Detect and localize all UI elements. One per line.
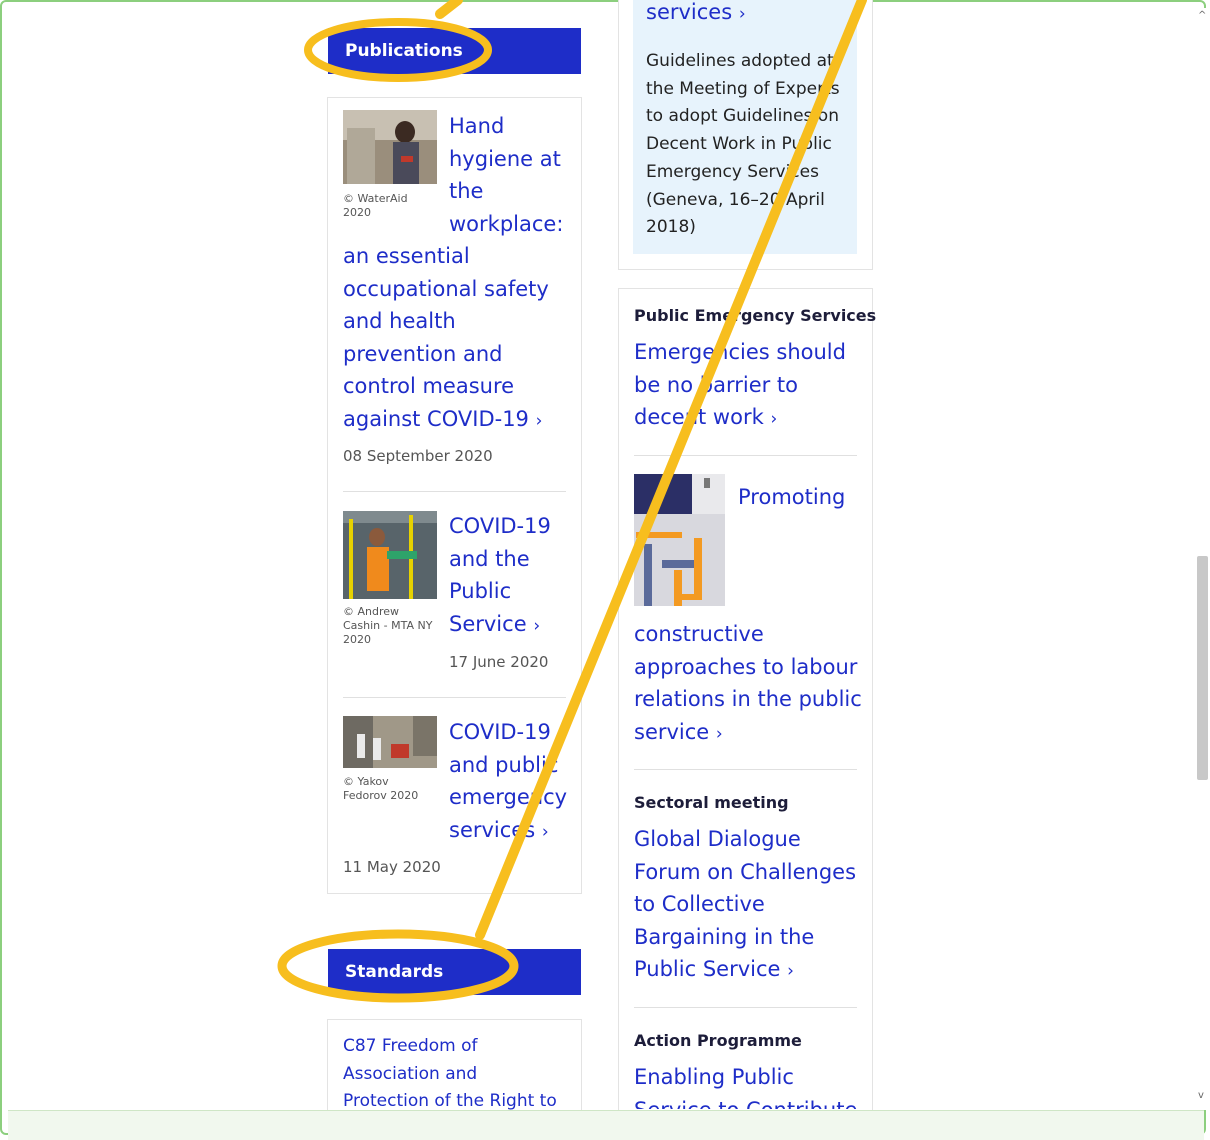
scrollbar-thumb[interactable] bbox=[1197, 556, 1208, 780]
bottom-bar bbox=[8, 1110, 1204, 1140]
vertical-scrollbar[interactable]: ^ v bbox=[1194, 8, 1210, 1110]
scroll-up-icon[interactable]: ^ bbox=[1198, 10, 1206, 21]
annotation-circle-publications bbox=[304, 18, 492, 82]
scroll-down-icon[interactable]: v bbox=[1198, 1090, 1204, 1101]
annotation-arrow-line bbox=[475, 0, 867, 940]
annotation-circle-standards bbox=[277, 929, 519, 1003]
annotation-overlay bbox=[277, 0, 867, 1003]
annotation-arrow-line bbox=[435, 0, 463, 19]
